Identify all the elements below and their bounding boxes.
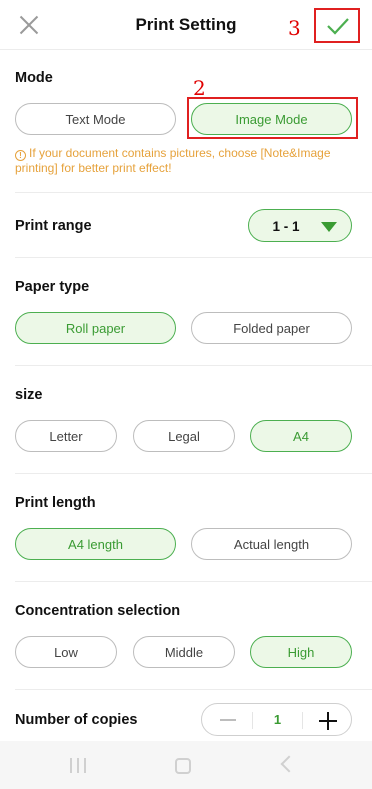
divider [15, 581, 372, 582]
plus-icon[interactable] [319, 712, 337, 730]
divider [15, 257, 372, 258]
mode-title: Mode [15, 70, 53, 86]
copies-title: Number of copies [15, 712, 138, 728]
confirm-button[interactable] [314, 8, 360, 43]
system-nav-bar [0, 741, 372, 789]
info-icon: ! [15, 150, 26, 161]
divider [15, 473, 372, 474]
mode-info-text: If your document contains pictures, choo… [15, 146, 331, 175]
annotation-box-2 [187, 97, 358, 139]
print-length-title: Print length [15, 495, 96, 511]
header-bar: Print Setting 3 [0, 0, 372, 50]
triangle-down-icon [321, 222, 337, 232]
checkmark-icon [327, 18, 349, 35]
roll-paper-button[interactable]: Roll paper [15, 312, 176, 344]
folded-paper-button[interactable]: Folded paper [191, 312, 352, 344]
divider [15, 192, 372, 193]
divider [15, 365, 372, 366]
mode-info-note: ! If your document contains pictures, cho… [15, 146, 355, 175]
minus-icon[interactable] [220, 719, 236, 721]
recent-apps-icon[interactable] [70, 758, 88, 773]
concentration-high-button[interactable]: High [250, 636, 352, 668]
back-icon[interactable] [280, 755, 298, 773]
a4-length-button[interactable]: A4 length [15, 528, 176, 560]
annotation-number-3: 3 [288, 16, 301, 40]
size-letter-button[interactable]: Letter [15, 420, 117, 452]
copies-value[interactable]: 1 [252, 712, 303, 729]
text-mode-button[interactable]: Text Mode [15, 103, 176, 135]
copies-stepper: 1 [201, 703, 352, 736]
concentration-title: Concentration selection [15, 603, 181, 619]
print-range-select[interactable]: 1 - 1 [248, 209, 352, 242]
size-a4-button[interactable]: A4 [250, 420, 352, 452]
print-range-title: Print range [15, 218, 92, 234]
concentration-low-button[interactable]: Low [15, 636, 117, 668]
annotation-number-2: 2 [193, 76, 206, 100]
size-legal-button[interactable]: Legal [133, 420, 235, 452]
size-title: size [15, 387, 43, 403]
actual-length-button[interactable]: Actual length [191, 528, 352, 560]
concentration-middle-button[interactable]: Middle [133, 636, 235, 668]
divider [15, 689, 372, 690]
paper-type-title: Paper type [15, 279, 90, 295]
print-range-value: 1 - 1 [272, 219, 300, 234]
home-icon[interactable] [175, 758, 191, 774]
